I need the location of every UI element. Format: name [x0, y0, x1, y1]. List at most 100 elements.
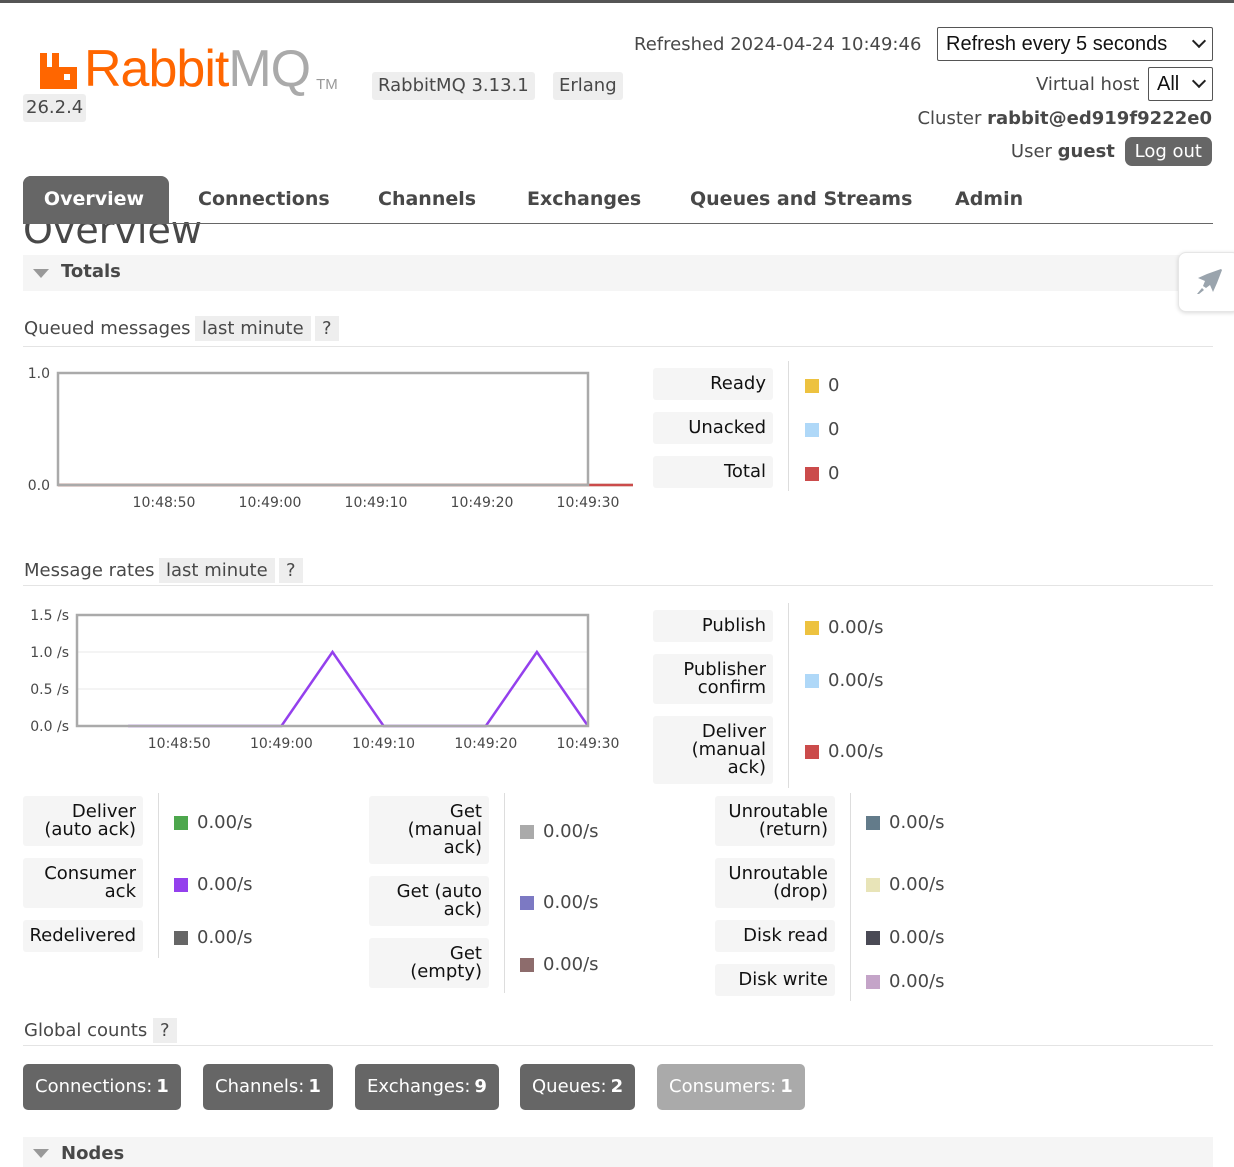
y-tick-label: 1.5 /s — [30, 608, 69, 624]
nodes-label: Nodes — [61, 1143, 125, 1164]
legend-value-deliver-manual-ack: 0.00/s — [805, 741, 884, 762]
cluster-label: Cluster — [917, 108, 982, 129]
user-name: guest — [1057, 141, 1115, 162]
global-counts-help-button[interactable]: ? — [153, 1018, 177, 1043]
queued-help-button[interactable]: ? — [315, 316, 339, 341]
unroutable-return-swatch — [866, 815, 880, 830]
legend-value-publisher-confirm: 0.00/s — [805, 670, 884, 691]
nodes-section-header[interactable]: Nodes — [23, 1137, 1213, 1167]
rocket-icon — [1197, 269, 1222, 294]
message-rates-label: Message rates — [24, 560, 155, 581]
x-tick-label: 10:49:00 — [239, 495, 302, 511]
legend-value-unroutable-drop: 0.00/s — [866, 874, 945, 895]
x-tick-label: 10:49:30 — [557, 736, 620, 752]
x-tick-label: 10:49:20 — [451, 495, 514, 511]
x-tick-label: 10:49:10 — [345, 495, 408, 511]
y-tick-label: 0.0 /s — [30, 719, 69, 735]
totals-section-header[interactable]: Totals — [23, 255, 1213, 291]
disk-read-swatch — [866, 930, 880, 945]
cluster-name: rabbit@ed919f9222e0 — [987, 108, 1212, 129]
consumer-ack-swatch — [174, 877, 188, 892]
total-swatch — [805, 466, 819, 481]
user-info: User guest Log out — [1011, 137, 1212, 166]
message-rates-chart: 0.0 /s 0.5 /s 1.0 /s 1.5 /s 10:48:50 10:49:00… — [23, 600, 721, 760]
refresh-interval-select[interactable]: Refresh every 5 seconds — [937, 27, 1213, 61]
vhost-select[interactable]: All — [1148, 67, 1213, 101]
totals-label: Totals — [61, 261, 121, 282]
refreshed-label: Refreshed — [634, 34, 725, 55]
ready-swatch — [805, 378, 819, 393]
plot-area — [58, 373, 588, 485]
legend-value-publish: 0.00/s — [805, 617, 884, 638]
user-label: User — [1010, 141, 1052, 162]
logo-text-rabbit: Rabbit — [84, 40, 229, 98]
rates-range-selector[interactable]: last minute — [159, 558, 275, 583]
tab-exchanges[interactable]: Exchanges — [504, 176, 664, 223]
queued-messages-header: Queued messages last minute ? — [23, 316, 1213, 347]
legend-value-unroutable-return: 0.00/s — [866, 812, 945, 833]
legend-label-redelivered: Redelivered — [23, 920, 143, 952]
disk-write-swatch — [866, 974, 880, 989]
collapse-triangle-icon — [33, 1149, 49, 1158]
y-tick-label: 0.0 — [28, 478, 50, 494]
x-tick-label: 10:49:30 — [557, 495, 620, 511]
tab-channels[interactable]: Channels — [355, 176, 499, 223]
legend-label-unroutable-return: Unroutable (return) — [715, 796, 835, 846]
get-manual-ack-swatch — [520, 824, 534, 839]
legend-value-disk-write: 0.00/s — [866, 971, 945, 992]
legend-label-unacked: Unacked — [653, 412, 773, 444]
legend-value-consumer-ack: 0.00/s — [174, 874, 253, 895]
legend-label-deliver-manual-ack: Deliver (manual ack) — [653, 716, 773, 784]
legend-label-deliver-auto-ack: Deliver (auto ack) — [23, 796, 143, 846]
vhost-label: Virtual host — [1036, 74, 1140, 95]
legend-value-get-auto-ack: 0.00/s — [520, 892, 599, 913]
x-tick-label: 10:49:00 — [250, 736, 313, 752]
legend-label-disk-read: Disk read — [715, 920, 835, 952]
publisher-confirm-swatch — [805, 673, 819, 688]
legend-value-total: 0 — [805, 463, 839, 484]
message-rates-chart-svg: 0.0 /s 0.5 /s 1.0 /s 1.5 /s 10:48:50 10:49:00… — [30, 608, 721, 752]
refreshed-status: Refreshed 2024-04-24 10:49:46 — [634, 34, 921, 55]
connections-count-button[interactable]: Connections: 1 — [23, 1064, 181, 1110]
legend-label-publisher-confirm: Publisher confirm — [653, 654, 773, 704]
global-counts-header: Global counts ? — [23, 1018, 1213, 1046]
tab-overview-label[interactable]: Overview — [23, 176, 165, 223]
y-tick-label: 0.5 /s — [30, 682, 69, 698]
legend-label-disk-write: Disk write — [715, 964, 835, 996]
chevron-down-icon — [1191, 33, 1207, 49]
deliver-manual-ack-swatch — [805, 744, 819, 759]
legend-value-get-manual-ack: 0.00/s — [520, 821, 599, 842]
rates-help-button[interactable]: ? — [279, 558, 303, 583]
legend-value-deliver-auto-ack: 0.00/s — [174, 812, 253, 833]
tab-queues-and-streams[interactable]: Queues and Streams — [667, 176, 935, 223]
channels-count-button[interactable]: Channels: 1 — [203, 1064, 333, 1110]
queued-range-selector[interactable]: last minute — [195, 316, 311, 341]
exchanges-count-button[interactable]: Exchanges: 9 — [355, 1064, 499, 1110]
queued-messages-chart-svg: 0.0 1.0 10:48:50 10:49:00 10:49:10 10:49:20 10… — [28, 366, 726, 511]
unacked-swatch — [805, 422, 819, 437]
rabbitmq-logo[interactable]: Rabbit MQ TM — [38, 43, 338, 95]
x-tick-label: 10:48:50 — [148, 736, 211, 752]
cluster-info: Cluster rabbit@ed919f9222e0 — [917, 108, 1212, 129]
legend-label-publish: Publish — [653, 610, 773, 642]
legend-label-ready: Ready — [653, 368, 773, 400]
queued-messages-label: Queued messages — [24, 318, 191, 339]
rocket-launch-button[interactable] — [1178, 252, 1234, 312]
logout-button[interactable]: Log out — [1124, 137, 1212, 166]
plot-area — [77, 615, 588, 726]
queues-count-button[interactable]: Queues: 2 — [520, 1064, 636, 1110]
tab-admin[interactable]: Admin — [932, 176, 1046, 223]
legend-label-get-auto-ack: Get (auto ack) — [369, 876, 489, 926]
erlang-version: 26.2.4 — [23, 94, 87, 122]
consumers-count-button[interactable]: Consumers: 1 — [657, 1064, 805, 1110]
legend-label-unroutable-drop: Unroutable (drop) — [715, 858, 835, 908]
x-tick-label: 10:49:10 — [352, 736, 415, 752]
message-rates-header: Message rates last minute ? — [23, 558, 1213, 586]
legend-label-get-manual-ack: Get (manual ack) — [369, 796, 489, 864]
legend-label-consumer-ack: Consumer ack — [23, 858, 143, 908]
publish-swatch — [805, 620, 819, 635]
legend-value-get-empty: 0.00/s — [520, 954, 599, 975]
y-tick-label: 1.0 — [28, 366, 50, 382]
legend-label-total: Total — [653, 456, 773, 488]
collapse-triangle-icon — [33, 269, 49, 278]
